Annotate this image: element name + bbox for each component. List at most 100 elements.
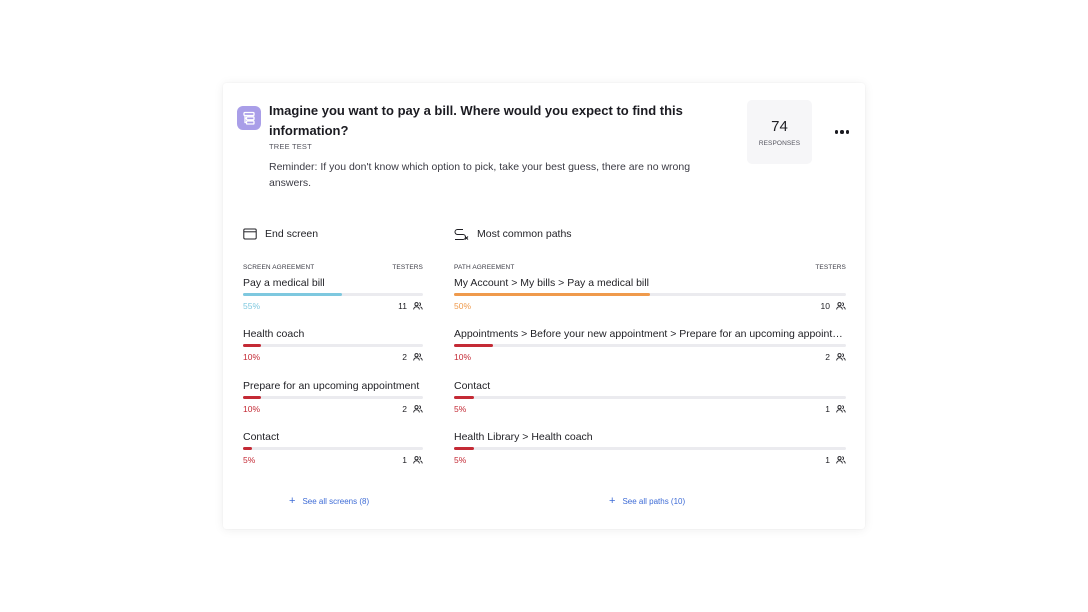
users-icon — [413, 353, 423, 361]
question-description: Reminder: If you don't know which option… — [269, 161, 691, 189]
testers-count-group: 10 — [821, 301, 846, 311]
list-item[interactable]: Contact 5% 1 — [243, 430, 423, 481]
common-paths-title: Most common paths — [477, 228, 572, 240]
common-paths-header: Most common paths — [454, 226, 846, 242]
users-icon — [413, 302, 423, 310]
more-dot — [845, 130, 850, 134]
item-footer: 5% 1 — [454, 454, 846, 466]
testers-count-group: 11 — [398, 301, 423, 311]
paths-icon — [454, 228, 469, 240]
end-screen-list: Pay a medical bill 55% 11 Health coach 1… — [243, 276, 423, 481]
item-label: Health Library > Health coach — [454, 430, 593, 443]
agreement-percent: 10% — [243, 403, 261, 414]
testers-count: 2 — [402, 403, 407, 414]
users-icon — [836, 353, 846, 361]
item-footer: 5% 1 — [243, 454, 423, 466]
agreement-bar-track — [454, 395, 846, 399]
item-label: Pay a medical bill — [243, 277, 325, 289]
agreement-percent: 5% — [454, 454, 467, 465]
responses-label: RESPONSES — [758, 139, 801, 147]
responses-count: 74 — [771, 117, 788, 135]
common-paths-column-headers: PATH AGREEMENT TESTERS — [454, 264, 846, 271]
agreement-bar-fill — [454, 446, 474, 450]
testers-count: 1 — [402, 454, 407, 465]
agreement-bar-fill — [243, 344, 261, 348]
item-label: Prepare for an upcoming appointment — [243, 379, 420, 392]
see-all-paths-link[interactable]: + See all paths (10) — [609, 495, 685, 507]
question-card: Imagine you want to pay a bill. Where wo… — [223, 83, 865, 529]
common-paths-section: Most common paths PATH AGREEMENT TESTERS… — [454, 226, 846, 481]
testers-count: 1 — [825, 403, 830, 414]
responses-count-box: 74 RESPONSES — [747, 100, 812, 164]
item-label: Contact — [243, 430, 280, 443]
agreement-bar-track — [454, 293, 846, 296]
item-footer: 10% 2 — [243, 351, 423, 363]
see-all-screens-label: See all screens (8) — [302, 496, 370, 506]
testers-count: 10 — [820, 301, 830, 311]
screen-agreement-header: SCREEN AGREEMENT — [243, 264, 315, 271]
plus-icon: + — [609, 495, 616, 507]
list-item[interactable]: Health Library > Health coach 5% 1 — [454, 430, 846, 481]
agreement-percent: 5% — [243, 454, 256, 465]
users-icon — [836, 404, 846, 413]
testers-count-group: 2 — [402, 352, 423, 362]
testers-count: 11 — [398, 301, 407, 311]
screen-icon — [243, 228, 257, 240]
list-item[interactable]: Prepare for an upcoming appointment 10% … — [243, 379, 423, 430]
agreement-percent: 50% — [454, 301, 472, 311]
agreement-bar-fill — [454, 344, 494, 348]
agreement-percent: 5% — [454, 403, 467, 414]
testers-count-group: 1 — [402, 455, 423, 465]
agreement-bar-fill — [243, 293, 342, 296]
item-footer: 50% 10 — [454, 300, 846, 312]
users-icon — [413, 404, 423, 413]
agreement-percent: 10% — [243, 352, 261, 363]
question-title: Imagine you want to pay a bill. Where wo… — [269, 103, 683, 138]
list-item[interactable]: Contact 5% 1 — [454, 379, 846, 430]
item-label: Appointments > Before your new appointme… — [454, 328, 846, 341]
item-footer: 55% 11 — [243, 300, 423, 312]
users-icon — [836, 302, 846, 310]
agreement-percent: 10% — [454, 352, 472, 363]
agreement-bar-track — [243, 446, 423, 450]
testers-count-group: 1 — [825, 455, 846, 465]
item-footer: 5% 1 — [454, 403, 846, 415]
agreement-bar-fill — [454, 395, 474, 399]
agreement-bar-fill — [243, 395, 261, 399]
testers-count-group: 2 — [825, 352, 846, 362]
plus-icon: + — [289, 495, 296, 507]
list-item[interactable]: Health coach 10% 2 — [243, 327, 423, 378]
agreement-bar-fill — [454, 293, 650, 296]
list-item[interactable]: Appointments > Before your new appointme… — [454, 327, 846, 378]
agreement-bar-track — [454, 446, 846, 450]
item-footer: 10% 2 — [243, 403, 423, 415]
testers-count: 1 — [825, 454, 830, 465]
item-label: Health coach — [243, 328, 305, 341]
agreement-bar-fill — [243, 446, 252, 450]
list-item[interactable]: Pay a medical bill 55% 11 — [243, 276, 423, 327]
testers-count: 2 — [825, 352, 830, 363]
agreement-percent: 55% — [243, 301, 261, 311]
testers-header: TESTERS — [815, 264, 846, 271]
more-dot — [834, 130, 839, 134]
item-footer: 10% 2 — [454, 351, 846, 363]
users-icon — [413, 456, 423, 464]
end-screen-column-headers: SCREEN AGREEMENT TESTERS — [243, 264, 423, 271]
list-item[interactable]: My Account > My bills > Pay a medical bi… — [454, 276, 846, 327]
end-screen-title: End screen — [265, 228, 319, 240]
testers-header: TESTERS — [392, 264, 423, 271]
question-type-label: TREE TEST — [269, 142, 312, 151]
agreement-bar-track — [243, 344, 423, 348]
testers-count-group: 2 — [402, 404, 423, 414]
end-screen-header: End screen — [243, 226, 423, 242]
item-label: My Account > My bills > Pay a medical bi… — [454, 277, 649, 289]
more-options-button[interactable] — [832, 123, 852, 141]
agreement-bar-track — [454, 344, 846, 348]
users-icon — [836, 456, 846, 464]
more-dot — [840, 130, 844, 134]
see-all-screens-link[interactable]: + See all screens (8) — [289, 495, 370, 507]
agreement-bar-track — [243, 395, 423, 399]
tree-test-icon — [237, 106, 261, 130]
common-paths-list: My Account > My bills > Pay a medical bi… — [454, 276, 846, 481]
path-agreement-header: PATH AGREEMENT — [454, 264, 515, 271]
